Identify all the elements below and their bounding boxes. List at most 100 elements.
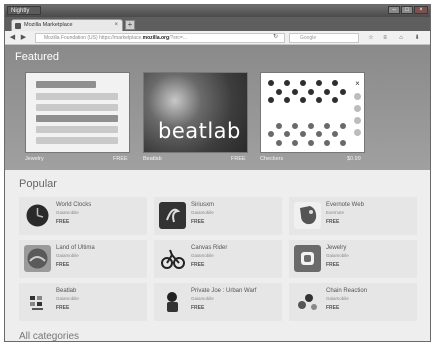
checker-piece (340, 122, 346, 129)
app-name: Jewelry (326, 245, 347, 251)
featured-card-checkers[interactable]: × (260, 72, 365, 153)
app-tile-siriusxm[interactable]: Siriusxm Gaiamobile FREE (154, 197, 282, 235)
settings-icon (354, 117, 361, 124)
search-bar[interactable]: Google (289, 33, 359, 43)
checker-piece (324, 122, 330, 129)
checker-piece (316, 97, 322, 103)
new-tab-button[interactable]: + (125, 20, 135, 30)
marketplace-favicon-icon (15, 23, 21, 29)
app-price: FREE (191, 219, 205, 225)
app-developer: Gaiamobile (326, 296, 349, 301)
downloads-icon[interactable]: ⬇ (413, 34, 421, 42)
checker-piece (332, 131, 338, 137)
checker-piece (316, 80, 322, 86)
back-icon[interactable]: ◀ (8, 33, 17, 42)
app-developer: Gaiamobile (326, 253, 349, 258)
soldier-icon (159, 288, 186, 315)
title-bar: Nightly – □ × (5, 5, 430, 17)
app-tile-jewelry[interactable]: Jewelry Gaiamobile FREE (289, 240, 417, 278)
featured-title: Featured (15, 51, 60, 63)
jewelry-list-row (36, 104, 118, 111)
jewelry-header-bar (36, 81, 96, 88)
app-tile-land-of-ultima[interactable]: Land of Ultima Gaiamobile FREE (19, 240, 147, 278)
app-price: FREE (56, 305, 70, 311)
undo-icon (354, 105, 361, 112)
featured-card-jewelry[interactable] (25, 72, 130, 153)
chain-reaction-icon (294, 288, 321, 315)
checker-piece (324, 88, 330, 95)
app-tile-chain-reaction[interactable]: Chain Reaction Gaiamobile FREE (289, 283, 417, 321)
checker-piece (268, 131, 274, 137)
bookmark-star-icon[interactable]: ☆ (367, 34, 375, 42)
checkers-board (267, 79, 350, 148)
checker-piece (284, 97, 290, 103)
app-price: FREE (326, 219, 340, 225)
browser-window: Nightly – □ × Mozilla Marketplace × + ◀ … (4, 4, 431, 342)
navigation-bar: ◀ ▶ Mozilla Foundation (US) https://mark… (5, 31, 430, 45)
tab-strip: Mozilla Marketplace × + (5, 17, 430, 31)
close-window-icon[interactable]: × (414, 6, 428, 14)
checker-piece (268, 80, 274, 86)
checker-piece (276, 139, 282, 146)
featured-card-beatlab[interactable]: beatlab (143, 72, 248, 153)
maximize-icon[interactable]: □ (401, 6, 413, 14)
close-icon: × (355, 79, 360, 88)
home-icon[interactable]: ⌂ (397, 34, 405, 42)
checker-piece (300, 80, 306, 86)
app-developer: Gaiamobile (56, 210, 79, 215)
checker-piece (308, 88, 314, 95)
checker-piece (268, 97, 274, 103)
minimize-icon[interactable]: – (388, 6, 400, 14)
featured-card-price: $0.99 (347, 156, 361, 162)
featured-card-price: FREE (113, 156, 128, 162)
tab-marketplace[interactable]: Mozilla Marketplace × (11, 19, 123, 31)
checker-piece (308, 122, 314, 129)
checker-piece (276, 88, 282, 95)
app-tile-canvas-rider[interactable]: Canvas Rider Gaiamobile FREE (154, 240, 282, 278)
featured-section: Featured Jewelry FREE beatlab Beatlab FR… (5, 45, 430, 170)
checker-piece (340, 88, 346, 95)
app-menu-button[interactable]: Nightly (7, 6, 41, 15)
bookmarks-menu-icon[interactable]: ≡ (381, 34, 389, 42)
all-categories-heading[interactable]: All categories (19, 331, 79, 341)
app-tile-beatlab[interactable]: Beatlab Gaiamobile FREE (19, 283, 147, 321)
app-name: Siriusxm (191, 202, 215, 208)
app-developer: Gaiamobile (56, 296, 79, 301)
app-tile-evernote[interactable]: Evernote Web Evernote FREE (289, 197, 417, 235)
tab-close-icon[interactable]: × (114, 20, 118, 31)
jewelry-list-row (36, 137, 118, 144)
app-developer: Gaiamobile (56, 253, 79, 258)
checker-piece (292, 122, 298, 129)
checker-piece (284, 131, 290, 137)
jewelry-list-row (36, 126, 118, 133)
app-price: FREE (56, 219, 70, 225)
app-price: FREE (326, 305, 340, 311)
rotate-icon (354, 93, 361, 100)
checker-piece (284, 80, 290, 86)
checker-piece (292, 88, 298, 95)
app-tile-private-joe[interactable]: Private Joe : Urban Warf Gaiamobile FREE (154, 283, 282, 321)
clock-icon (24, 202, 51, 229)
beatlab-logo-text: beatlab (158, 119, 241, 143)
checker-piece (276, 122, 282, 129)
checker-piece (340, 139, 346, 146)
featured-card-name: Beatlab (143, 156, 162, 162)
app-name: Beatlab (56, 288, 77, 294)
forward-icon[interactable]: ▶ (19, 33, 28, 42)
app-developer: Gaiamobile (191, 253, 214, 258)
app-price: FREE (326, 262, 340, 268)
reload-icon[interactable]: ↻ (271, 33, 280, 42)
app-name: World Clocks (56, 202, 92, 208)
app-tile-world-clocks[interactable]: World Clocks Gaiamobile FREE (19, 197, 147, 235)
checker-piece (308, 139, 314, 146)
jewelry-list-row (36, 115, 118, 122)
beatlab-icon (24, 288, 51, 315)
checker-piece (316, 131, 322, 137)
search-placeholder: Google (300, 35, 317, 41)
address-bar[interactable]: Mozilla Foundation (US) https://marketpl… (35, 33, 285, 43)
checker-piece (292, 139, 298, 146)
checker-piece (300, 131, 306, 137)
evernote-elephant-icon (294, 202, 321, 229)
app-name: Private Joe : Urban Warf (191, 288, 257, 294)
featured-card-name: Jewelry (25, 156, 44, 162)
